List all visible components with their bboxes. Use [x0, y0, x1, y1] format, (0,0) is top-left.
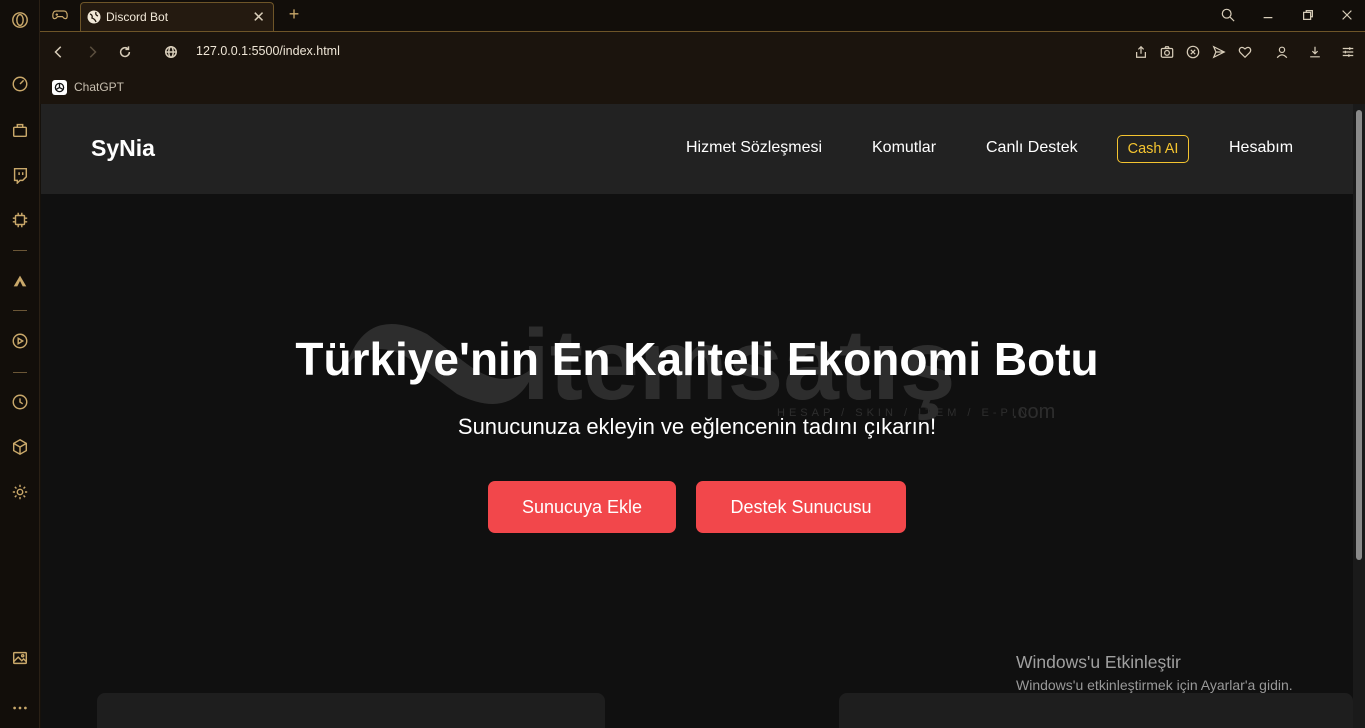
tab-close-icon[interactable]: ✕	[252, 10, 265, 25]
add-to-server-button[interactable]: Sunucuya Ekle	[488, 481, 676, 533]
feature-card	[839, 693, 1353, 728]
share-icon[interactable]	[1132, 43, 1150, 61]
site-navbar: SyNia Hizmet Sözleşmesi Komutlar Canlı D…	[41, 104, 1353, 194]
reload-button[interactable]	[115, 42, 135, 62]
gamepad-icon[interactable]	[50, 6, 70, 24]
page-scrollbar[interactable]	[1353, 104, 1365, 728]
forward-button[interactable]	[82, 42, 102, 62]
bookmark-label: ChatGPT	[74, 80, 125, 94]
tab-title: Discord Bot	[106, 10, 169, 24]
speed-dial-icon[interactable]	[9, 73, 31, 95]
page-viewport: SyNia Hizmet Sözleşmesi Komutlar Canlı D…	[41, 104, 1353, 728]
feature-card	[97, 693, 605, 728]
hero-subtitle: Sunucunuza ekleyin ve eğlencenin tadını …	[457, 414, 937, 439]
globe-icon	[87, 10, 101, 24]
activation-title: Windows'u Etkinleştir	[1016, 652, 1181, 672]
search-tabs-icon[interactable]	[1217, 5, 1239, 25]
hero-title: Türkiye'nin En Kaliteli Ekonomi Botu	[295, 333, 1099, 385]
sidebar-divider	[13, 372, 27, 373]
url-input[interactable]: 127.0.0.1:5500/index.html	[196, 44, 340, 58]
easy-setup-icon[interactable]	[1339, 43, 1357, 61]
snapshot-camera-icon[interactable]	[1158, 43, 1176, 61]
browser-window: Discord Bot ✕ + 127.0.0.1:5500/index.htm…	[0, 0, 1365, 728]
browser-sidebar	[0, 0, 40, 728]
cash-ai-button[interactable]: Cash AI	[1117, 135, 1189, 163]
extensions-cube-icon[interactable]	[9, 436, 31, 458]
support-server-button[interactable]: Destek Sunucusu	[696, 481, 906, 533]
site-logo[interactable]: SyNia	[91, 135, 155, 162]
profile-icon[interactable]	[1273, 43, 1291, 61]
tab-discord-bot[interactable]: Discord Bot ✕	[80, 2, 274, 31]
site-info-globe-icon[interactable]	[161, 42, 181, 62]
player-icon[interactable]	[9, 330, 31, 352]
gx-corner-icon[interactable]	[9, 119, 31, 141]
settings-gear-icon[interactable]	[9, 481, 31, 503]
gallery-icon[interactable]	[9, 647, 31, 669]
twitch-icon[interactable]	[9, 164, 31, 186]
nav-link-terms[interactable]: Hizmet Sözleşmesi	[686, 139, 822, 157]
activation-subtitle: Windows'u etkinleştirmek için Ayarlar'a …	[1016, 677, 1293, 693]
opera-logo-icon[interactable]	[9, 9, 31, 31]
bookmarks-bar: ChatGPT	[40, 71, 1365, 104]
minimize-icon[interactable]	[1257, 5, 1279, 25]
bookmark-chatgpt[interactable]: ChatGPT	[52, 77, 124, 97]
aria-icon[interactable]	[9, 270, 31, 292]
adblock-icon[interactable]	[1184, 43, 1202, 61]
more-dots-icon[interactable]	[9, 697, 31, 719]
restore-icon[interactable]	[1297, 5, 1319, 25]
gx-control-icon[interactable]	[9, 209, 31, 231]
back-button[interactable]	[49, 42, 69, 62]
chatgpt-icon	[52, 79, 67, 95]
windows-activation-notice: Windows'u Etkinleştir Windows'u etkinleş…	[1016, 652, 1293, 693]
send-icon[interactable]	[1210, 43, 1228, 61]
nav-link-commands[interactable]: Komutlar	[872, 139, 936, 157]
download-icon[interactable]	[1306, 43, 1324, 61]
new-tab-button[interactable]: +	[284, 5, 304, 25]
heart-icon[interactable]	[1236, 43, 1254, 61]
nav-link-account[interactable]: Hesabım	[1229, 139, 1293, 157]
scrollbar-thumb[interactable]	[1356, 110, 1362, 560]
sidebar-divider	[13, 250, 27, 251]
address-bar: 127.0.0.1:5500/index.html	[40, 31, 1365, 71]
nav-link-live-support[interactable]: Canlı Destek	[986, 139, 1078, 157]
close-window-icon[interactable]	[1336, 5, 1358, 25]
history-icon[interactable]	[9, 391, 31, 413]
tab-bar: Discord Bot ✕ +	[40, 0, 1365, 31]
sidebar-divider	[13, 310, 27, 311]
